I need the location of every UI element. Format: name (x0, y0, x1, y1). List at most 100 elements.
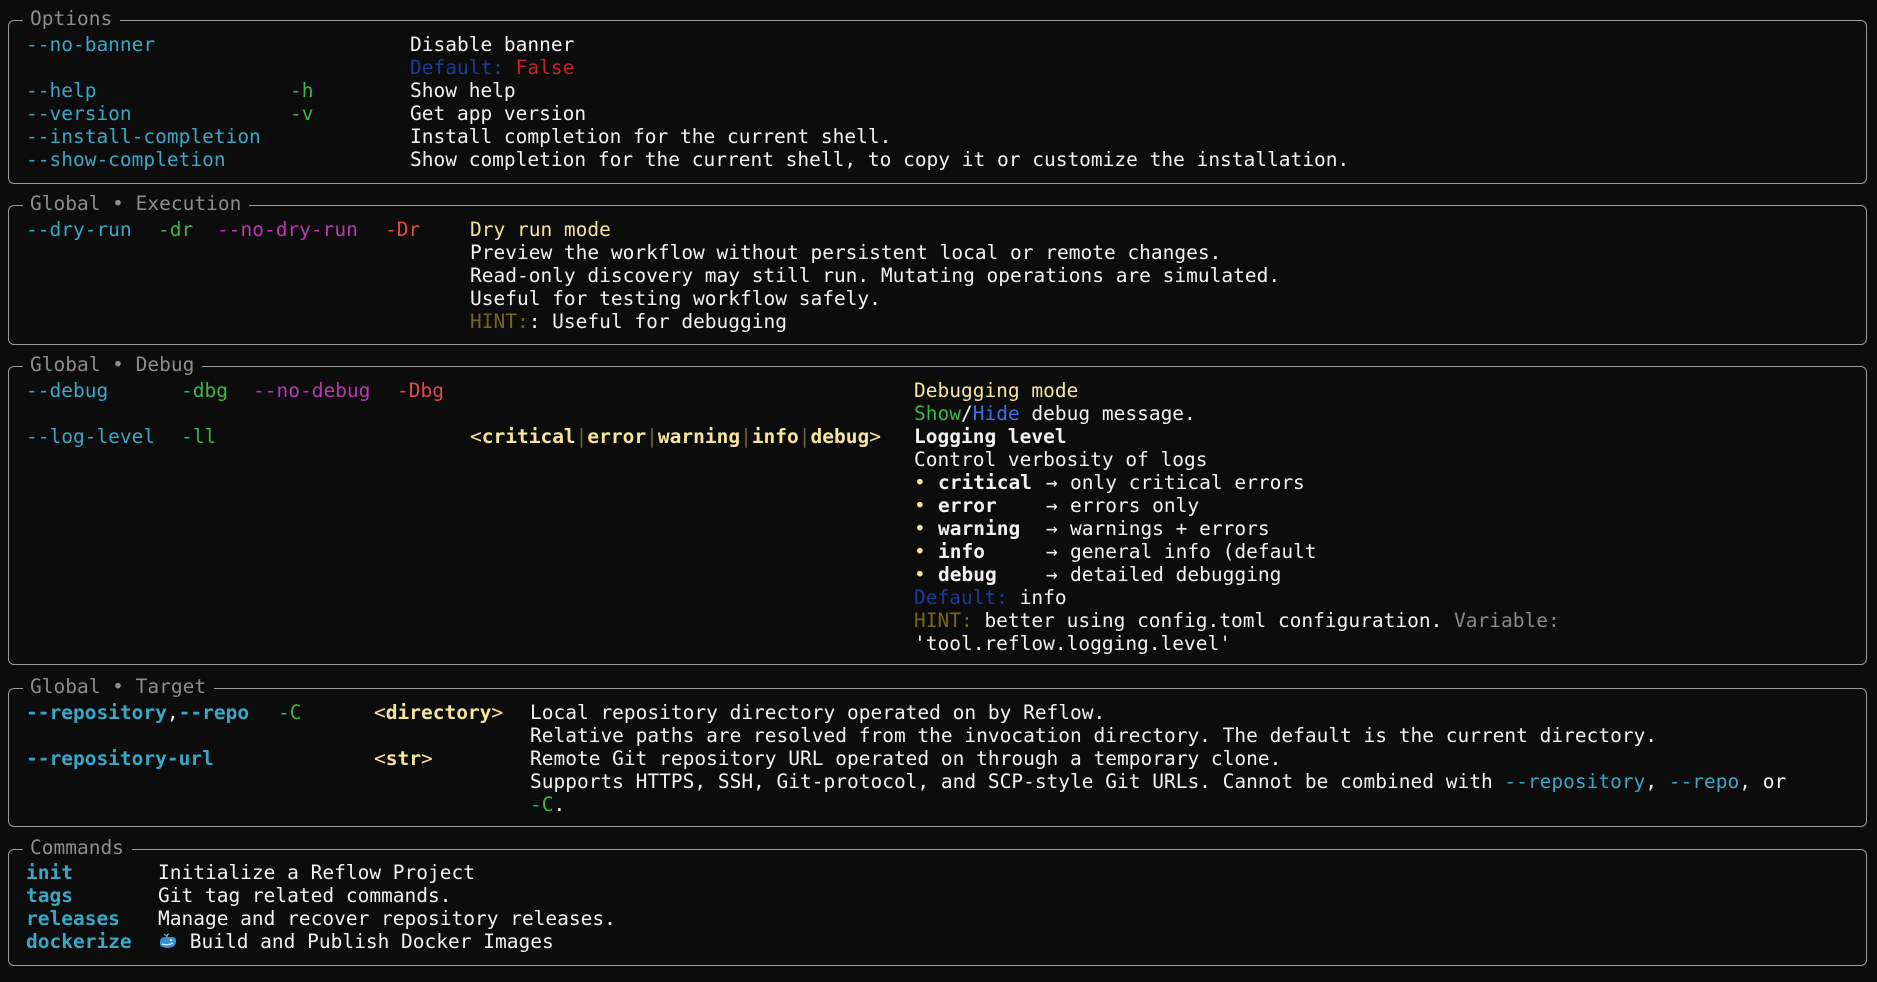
slash: / (960, 402, 973, 425)
level-debug-desc: detailed debugging (1070, 563, 1282, 586)
level-arrow: → (1046, 540, 1058, 563)
command-releases[interactable]: releases (26, 907, 120, 930)
no-dry-run-flag: --no-dry-run (217, 218, 358, 241)
hint-label: HINT: (914, 609, 973, 632)
option-no-banner-flag: --no-banner (26, 33, 156, 56)
option-version-desc: Get app version (410, 102, 587, 125)
default-value: info (1007, 586, 1067, 609)
level-error-desc: errors only (1070, 494, 1200, 517)
dry-run-short: -dr (158, 218, 194, 241)
level-bullet: • (914, 471, 926, 494)
option-version-short: -v (290, 102, 314, 125)
commands-panel-title: Commands (23, 836, 132, 859)
variable-label: Variable: (1442, 609, 1560, 632)
repository-desc-2: Relative paths are resolved from the inv… (530, 724, 1658, 747)
show-word: Show (914, 402, 961, 425)
level-bullet: • (914, 540, 926, 563)
hint-label: HINT: (470, 310, 529, 333)
repository-url-metavar: <str> (374, 747, 433, 770)
command-tags[interactable]: tags (26, 884, 73, 907)
log-level-default: Default: info (914, 586, 1067, 609)
no-debug-flag: --no-debug (253, 379, 371, 402)
level-bullet: • (914, 563, 926, 586)
option-version-flag: --version (26, 102, 132, 125)
option-no-banner-desc: Disable banner (410, 33, 575, 56)
url-desc-comma: , (1645, 770, 1669, 793)
hint-text: : Useful for debugging (528, 310, 787, 333)
level-arrow: → (1046, 517, 1058, 540)
default-label: Default: (914, 586, 1008, 609)
metavar-str: str (385, 747, 421, 770)
repository-desc-1: Local repository directory operated on b… (530, 701, 1106, 724)
url-desc-repo-flag: --repo (1668, 770, 1740, 793)
url-desc-period: . (553, 793, 566, 816)
repository-url-desc-3: -C. (530, 793, 565, 816)
option-help-flag: --help (26, 79, 97, 102)
command-init[interactable]: init (26, 861, 73, 884)
level-info-desc: general info (default (1070, 540, 1317, 563)
command-dockerize[interactable]: dockerize (26, 930, 132, 953)
choice-separator: | (798, 425, 811, 448)
whale-icon (160, 933, 176, 948)
option-show-completion-flag: --show-completion (26, 148, 226, 171)
variable-value: 'tool.reflow.logging.level' (914, 632, 1231, 655)
repository-url-desc-1: Remote Git repository URL operated on th… (530, 747, 1282, 770)
dry-run-desc-3: Useful for testing workflow safely. (470, 287, 881, 310)
hint-text: better using config.toml configuration. (972, 609, 1443, 632)
option-show-completion-desc: Show completion for the current shell, t… (410, 148, 1350, 171)
dry-run-flag: --dry-run (26, 218, 132, 241)
level-bullet: • (914, 517, 926, 540)
default-value: False (515, 56, 575, 79)
dry-run-desc-2: Read-only discovery may still run. Mutat… (470, 264, 1281, 287)
level-warning: warning (938, 517, 1021, 540)
options-panel-title: Options (23, 7, 121, 30)
level-info: info (938, 540, 985, 563)
repository-url-flag: --repository-url (26, 747, 214, 770)
debug-heading: Debugging mode (914, 379, 1079, 402)
repo-alias-flag: --repo (178, 701, 250, 724)
option-install-completion-desc: Install completion for the current shell… (410, 125, 892, 148)
debug-flag: --debug (26, 379, 109, 402)
level-warning-desc: warnings + errors (1070, 517, 1270, 540)
log-level-choices: <critical|error|warning|info|debug> (470, 425, 881, 448)
level-arrow: → (1046, 563, 1058, 586)
dry-run-heading: Dry run mode (470, 218, 611, 241)
log-level-short: -ll (181, 425, 217, 448)
repository-long-flag: --repository (26, 701, 167, 724)
choice-warning: warning (657, 425, 741, 448)
url-desc-repository-flag: --repository (1504, 770, 1646, 793)
url-desc-text: Supports HTTPS, SSH, Git-protocol, and S… (530, 770, 1505, 793)
target-panel-title: Global • Target (23, 675, 215, 698)
debug-short: -dbg (181, 379, 228, 402)
choices-open: < (470, 425, 482, 448)
metavar-open: < (374, 747, 386, 770)
default-label: Default: (410, 56, 504, 79)
url-desc-c-flag: -C (530, 793, 554, 816)
choice-critical: critical (481, 425, 576, 448)
repository-short: -C (278, 701, 302, 724)
level-error: error (938, 494, 997, 517)
choice-separator: | (575, 425, 588, 448)
hide-word: Hide (972, 402, 1020, 425)
repository-flag: --repository,--repo (26, 701, 249, 724)
level-arrow: → (1046, 494, 1058, 517)
repository-metavar: <directory> (374, 701, 503, 724)
no-dry-run-short: -Dr (385, 218, 421, 241)
repository-url-desc-2: Supports HTTPS, SSH, Git-protocol, and S… (530, 770, 1786, 793)
command-tags-desc: Git tag related commands. (158, 884, 452, 907)
metavar-directory: directory (385, 701, 492, 724)
option-no-banner-default: Default: False (410, 56, 574, 79)
option-help-short: -h (290, 79, 314, 102)
level-critical-desc: only critical errors (1070, 471, 1305, 494)
command-init-desc: Initialize a Reflow Project (158, 861, 475, 884)
choice-error: error (587, 425, 647, 448)
choices-close: > (869, 425, 881, 448)
option-install-completion-flag: --install-completion (26, 125, 261, 148)
level-debug: debug (938, 563, 997, 586)
url-desc-or: , or (1739, 770, 1787, 793)
debug-show-hide: Show/Hide debug message. (914, 402, 1196, 425)
level-critical: critical (938, 471, 1032, 494)
command-releases-desc: Manage and recover repository releases. (158, 907, 616, 930)
log-level-hint: HINT: better using config.toml configura… (914, 609, 1560, 632)
execution-panel-title: Global • Execution (23, 192, 250, 215)
